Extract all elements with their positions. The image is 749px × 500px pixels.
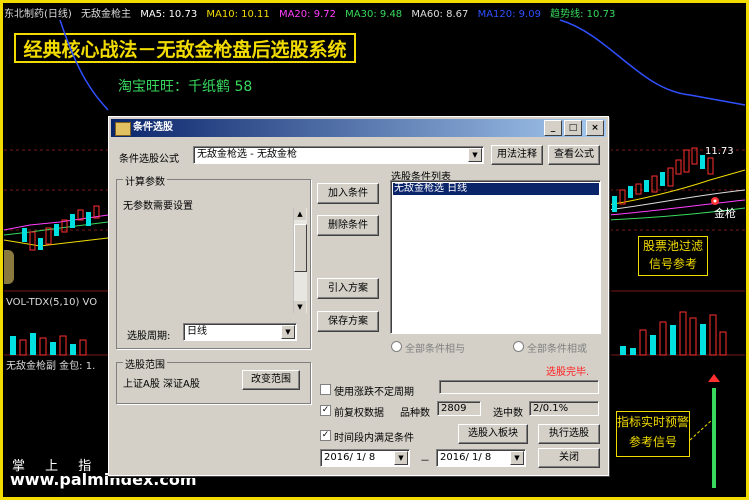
view-formula-button[interactable]: 查看公式 <box>548 145 600 165</box>
date-to-picker[interactable]: 2016/ 1/ 8 ▼ <box>436 449 526 467</box>
scroll-thumb[interactable] <box>294 224 307 272</box>
signal-label: 金枪 <box>714 207 736 220</box>
params-scrollbar[interactable]: ▲ ▼ <box>293 208 307 313</box>
params-text: 无参数需要设置 <box>123 201 193 212</box>
radio-or[interactable] <box>513 341 524 352</box>
date-from-value: 2016/ 1/ 8 <box>324 452 376 463</box>
list-item[interactable]: 无敌金枪选 日线 <box>393 183 599 195</box>
radio-or-label: 全部条件相或 <box>527 344 587 355</box>
chk-time-period-label: 时间段内满足条件 <box>334 433 414 444</box>
app-icon <box>115 122 131 136</box>
hit-label: 选中数 <box>493 408 523 419</box>
formula-select[interactable]: 无敌金枪选 - 无敌金枪 ▼ <box>193 146 484 164</box>
chevron-down-icon[interactable]: ▼ <box>468 148 482 162</box>
scroll-up-icon[interactable]: ▲ <box>294 208 306 220</box>
date-from-picker[interactable]: 2016/ 1/ 8 ▼ <box>320 449 410 467</box>
condition-select-dialog: 条件选股 _ □ × 条件选股公式 无敌金枪选 - 无敌金枪 ▼ 用法注释 查看… <box>108 116 609 476</box>
chevron-down-icon[interactable]: ▼ <box>394 451 408 465</box>
progress-bar <box>439 380 599 394</box>
params-group-label: 计算参数 <box>123 173 167 188</box>
status-done: 选股完毕. <box>546 367 590 378</box>
add-condition-button[interactable]: 加入条件 <box>317 183 379 204</box>
count-label: 品种数 <box>400 408 430 419</box>
formula-label: 条件选股公式 <box>119 154 179 165</box>
radio-and-label: 全部条件相与 <box>405 344 465 355</box>
radio-and[interactable] <box>391 341 402 352</box>
chevron-down-icon[interactable]: ▼ <box>281 325 295 339</box>
import-plan-button[interactable]: 引入方案 <box>317 278 379 299</box>
side-handle[interactable] <box>4 250 14 284</box>
dialog-title: 条件选股 <box>133 122 173 133</box>
close-button[interactable]: 关闭 <box>538 448 600 468</box>
delete-condition-button[interactable]: 删除条件 <box>317 215 379 236</box>
usage-notes-button[interactable]: 用法注释 <box>491 145 543 165</box>
minimize-button[interactable]: _ <box>544 120 562 136</box>
maximize-button[interactable]: □ <box>564 120 582 136</box>
close-x-button[interactable]: × <box>586 120 604 136</box>
dialog-titlebar[interactable]: 条件选股 _ □ × <box>111 119 606 137</box>
params-group: 计算参数 无参数需要设置 ▲ ▼ 选股周期: 日线 ▼ <box>116 173 311 349</box>
scope-group-label: 选股范围 <box>123 356 167 371</box>
period-value: 日线 <box>187 326 207 337</box>
note-realtime: 指标实时预警参考信号 <box>616 411 690 457</box>
scope-group: 选股范围 上证A股 深证A股 改变范围 <box>116 356 311 404</box>
date-to-value: 2016/ 1/ 8 <box>440 452 492 463</box>
chevron-down-icon[interactable]: ▼ <box>510 451 524 465</box>
change-scope-button[interactable]: 改变范围 <box>242 370 300 390</box>
note-pool: 股票池过滤信号参考 <box>638 236 708 276</box>
count-value: 2809 <box>437 401 481 416</box>
period-label: 选股周期: <box>127 331 171 342</box>
condition-list[interactable]: 无敌金枪选 日线 <box>390 180 601 334</box>
save-plan-button[interactable]: 保存方案 <box>317 311 379 332</box>
period-select[interactable]: 日线 ▼ <box>183 323 297 341</box>
date-separator: － <box>420 456 430 467</box>
chk-uncertain-label: 使用涨跌不定周期 <box>334 387 414 398</box>
sub-indicator-label: 无敌金枪副 金包: 1. <box>6 361 96 372</box>
scroll-down-icon[interactable]: ▼ <box>294 301 306 313</box>
chk-restore-label: 前复权数据 <box>334 408 384 419</box>
chk-time-period[interactable]: ✓ <box>320 430 331 441</box>
volume-label: VOL-TDX(5,10) VO <box>6 297 98 308</box>
chk-restore[interactable]: ✓ <box>320 405 331 416</box>
price-label: 11.73 <box>705 146 734 157</box>
add-to-block-button[interactable]: 选股入板块 <box>458 424 528 444</box>
hit-value: 2/0.1% <box>529 401 599 416</box>
chk-uncertain-period[interactable] <box>320 384 331 395</box>
scope-text: 上证A股 深证A股 <box>123 379 200 390</box>
formula-value: 无敌金枪选 - 无敌金枪 <box>197 149 297 160</box>
execute-select-button[interactable]: 执行选股 <box>538 424 600 444</box>
